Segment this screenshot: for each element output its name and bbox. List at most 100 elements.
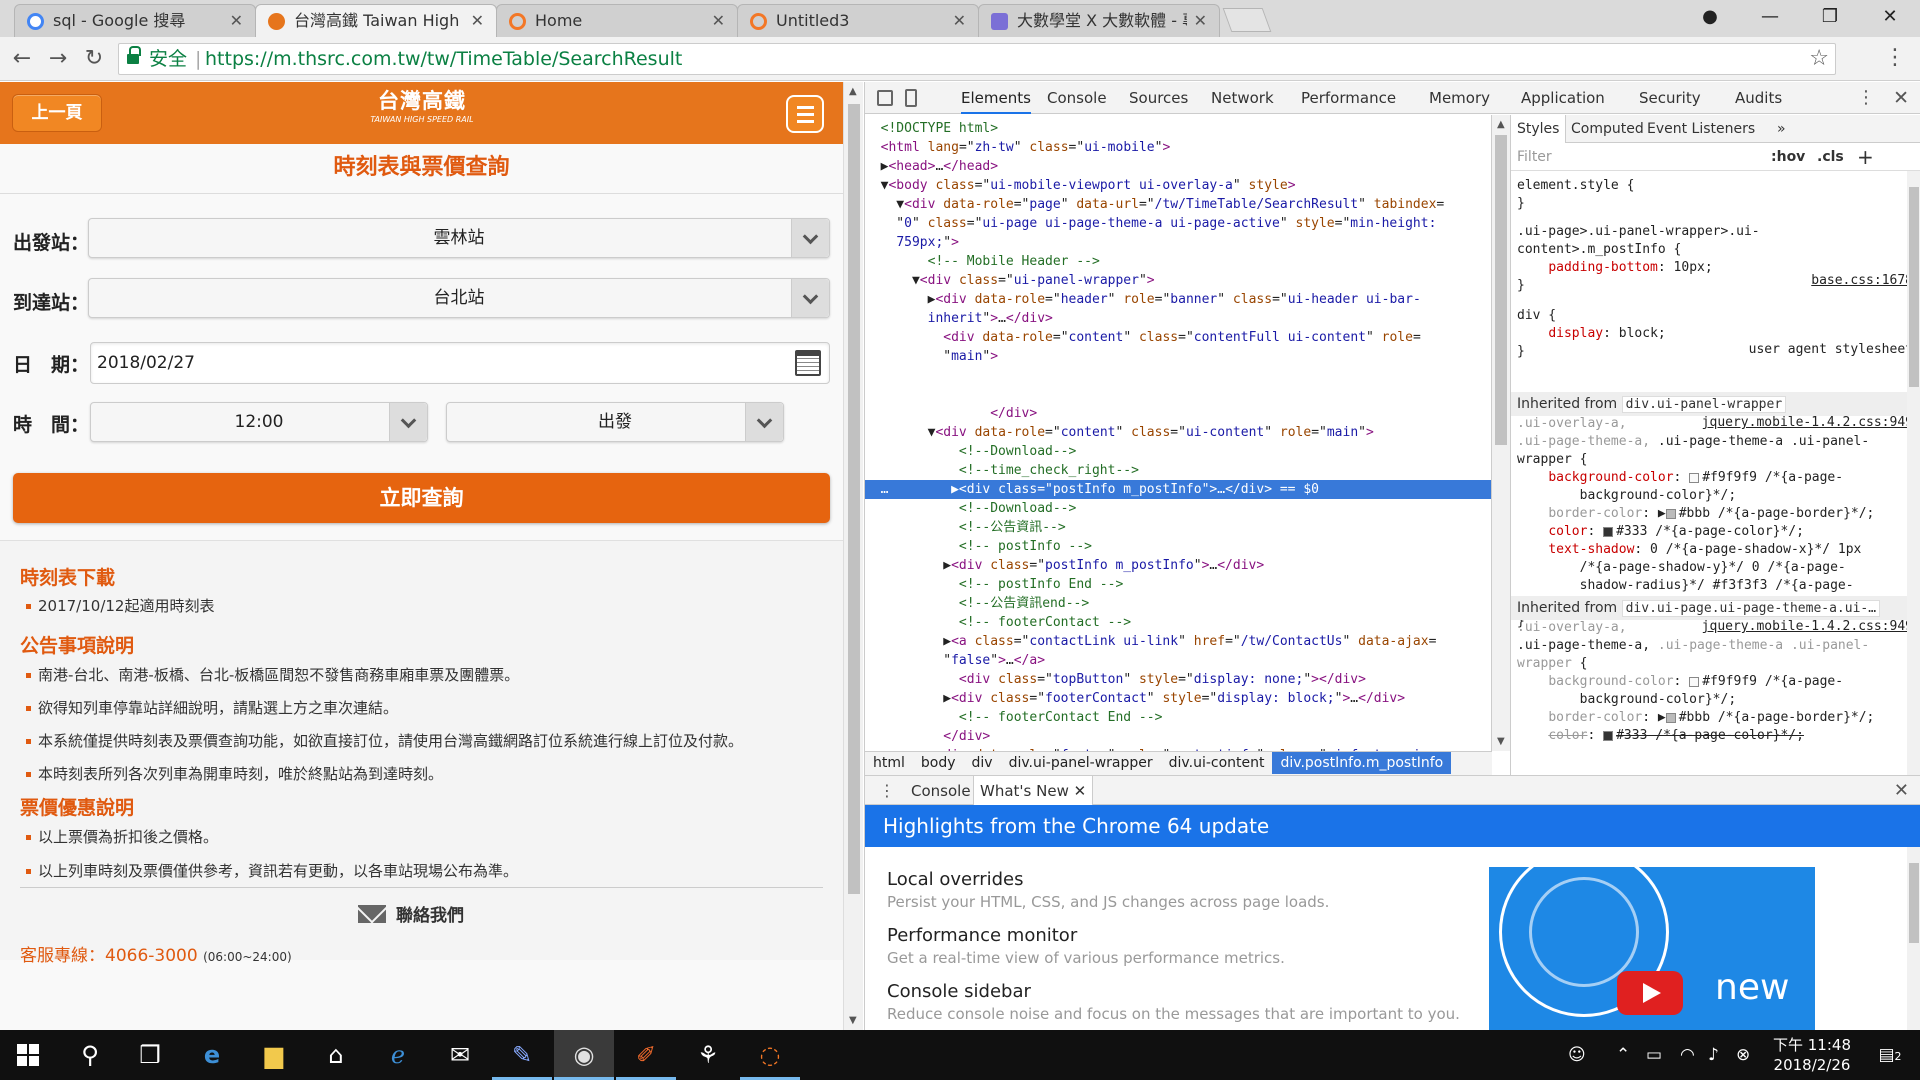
edge-icon[interactable]: e (182, 1030, 242, 1080)
scroll-up-icon[interactable]: ▲ (1497, 119, 1505, 130)
scroll-up-icon[interactable]: ▲ (849, 86, 857, 97)
tab-performance[interactable]: Performance (1301, 82, 1396, 114)
departure-station-select[interactable]: 雲林站 (88, 218, 830, 258)
page-scrollbar[interactable]: ▲ ▼ (843, 82, 863, 1030)
dom-node-line[interactable]: ▶<a class="contactLink ui-link" href="/t… (865, 632, 1491, 651)
tab-computed[interactable]: Computed (1571, 115, 1644, 143)
more-tabs-icon[interactable]: » (1777, 115, 1786, 143)
css-rule-line[interactable]: background-color}*/; (1517, 691, 1737, 709)
search-icon[interactable]: ⚲ (60, 1030, 120, 1080)
store-icon[interactable]: ⌂ (306, 1030, 366, 1080)
tab-security[interactable]: Security (1639, 82, 1701, 114)
dom-node-line[interactable]: ▶<div data-role="header" role="banner" c… (865, 290, 1491, 309)
sublime-icon[interactable]: ✐ (616, 1030, 676, 1080)
back-arrow-icon[interactable]: ← (8, 45, 36, 73)
breadcrumb-item-active[interactable]: div.postInfo.m_postInfo (1272, 752, 1452, 774)
bookmark-star-icon[interactable]: ☆ (1809, 44, 1829, 74)
search-now-button[interactable]: 立即查詢 (13, 473, 830, 523)
mail-icon[interactable] (358, 905, 386, 923)
close-devtools-icon[interactable]: ✕ (1893, 82, 1909, 114)
css-rule-line[interactable]: content>.m_postInfo { (1517, 241, 1681, 259)
device-toolbar-icon[interactable] (905, 89, 917, 107)
browser-tab[interactable]: Untitled3 ✕ (737, 4, 979, 37)
battery-icon[interactable]: ▭ (1646, 1030, 1662, 1080)
tab-console[interactable]: Console (1047, 82, 1107, 114)
css-rule-line[interactable]: .ui-page>.ui-panel-wrapper>.ui- (1517, 223, 1760, 241)
dom-node-line[interactable]: ▶<div class="footerContact" style="displ… (865, 689, 1491, 708)
css-rule-line[interactable]: color: #333 /*{a-page-color}*/; (1517, 523, 1804, 541)
more-options-icon[interactable]: ⋮ (1857, 82, 1875, 114)
css-rule-line[interactable]: border-color: ▶ #bbb /*{a-page-border}*/; (1517, 505, 1874, 523)
dom-node-line[interactable]: <!-- postInfo End --> (865, 575, 1491, 594)
close-icon[interactable]: ✕ (230, 5, 243, 37)
tab-sources[interactable]: Sources (1129, 82, 1188, 114)
breadcrumb-item[interactable]: div.ui-content (1161, 752, 1273, 774)
forward-arrow-icon[interactable]: → (44, 45, 72, 73)
time-mode-select[interactable]: 出發 (446, 402, 784, 442)
profile-icon[interactable]: ● (1682, 0, 1738, 34)
internet-explorer-icon[interactable]: ℯ (368, 1030, 428, 1080)
dom-node-line[interactable]: <!--time_check_right--> (865, 461, 1491, 480)
task-view-icon[interactable]: ❒ (120, 1030, 180, 1080)
dom-node-line[interactable]: "false">…</a> (865, 651, 1491, 670)
close-icon[interactable]: ✕ (1074, 782, 1087, 800)
browser-tab[interactable]: 大數學堂 X 大數軟體 - 專 ✕ (978, 4, 1220, 37)
dom-node-line[interactable]: <!DOCTYPE html> (865, 119, 1491, 138)
jupyter-icon[interactable]: ◌ (740, 1030, 800, 1080)
browser-tab[interactable]: sql - Google 搜尋 ✕ (14, 4, 256, 37)
drawer-menu-icon[interactable]: ⋮ (879, 776, 895, 806)
css-rule-line[interactable]: .ui-overlay-a, (1517, 619, 1627, 637)
css-rule-line[interactable]: div { (1517, 307, 1556, 325)
whats-new-video-thumbnail[interactable]: new (1489, 867, 1815, 1030)
contact-us-link[interactable]: 聯絡我們 (396, 901, 464, 926)
css-rule-line[interactable]: color: #333 /*{a-page-color}*/; (1517, 727, 1804, 745)
dom-node-line[interactable]: ▼<div data-role="content" class="ui-cont… (865, 423, 1491, 442)
drawer-tab-whats-new[interactable]: What's New ✕ (973, 776, 1094, 806)
calendar-icon[interactable] (795, 350, 821, 376)
css-rule-line[interactable]: padding-bottom: 10px; (1517, 259, 1712, 277)
css-rule-line[interactable]: .ui-page-theme-a, .ui-page-theme-a .ui-p… (1517, 433, 1869, 451)
dom-node-line[interactable]: <!--公告資訊--> (865, 518, 1491, 537)
back-button[interactable]: 上一頁 (12, 94, 102, 132)
drawer-tab-console[interactable]: Console (905, 776, 977, 806)
address-bar[interactable]: 安全 | https://m.thsrc.com.tw/tw/TimeTable… (118, 43, 1836, 75)
css-rule-line[interactable]: wrapper { (1517, 655, 1587, 673)
elements-dom-tree[interactable]: <!DOCTYPE html> <html lang="zh-tw" class… (865, 115, 1492, 751)
filter-input[interactable]: Filter (1517, 143, 1552, 171)
minimize-button[interactable]: — (1742, 0, 1798, 34)
tab-styles[interactable]: Styles (1511, 115, 1567, 143)
tab-event-listeners[interactable]: Event Listeners (1647, 115, 1755, 143)
close-icon[interactable]: ✕ (712, 5, 725, 37)
dom-node-line[interactable]: "0" class="ui-page ui-page-theme-a ui-pa… (865, 214, 1491, 233)
css-rule-line[interactable]: element.style { (1517, 177, 1634, 195)
scroll-down-icon[interactable]: ▼ (849, 1015, 857, 1026)
elements-scrollbar[interactable]: ▲ ▼ (1492, 115, 1510, 751)
mail-icon[interactable]: ✉ (430, 1030, 490, 1080)
dom-node-line[interactable]: <!-- postInfo --> (865, 537, 1491, 556)
styles-scrollbar[interactable] (1907, 171, 1920, 775)
tab-application[interactable]: Application (1521, 82, 1605, 114)
ime-icon[interactable]: ⊗ (1736, 1030, 1750, 1080)
add-rule-icon[interactable]: + (1857, 143, 1874, 171)
tab-audits[interactable]: Audits (1735, 82, 1782, 114)
css-rule-line[interactable]: } (1517, 277, 1525, 295)
notification-center-icon[interactable]: ▤2 (1870, 1030, 1910, 1080)
dom-node-line[interactable]: ▶<div class="postInfo m_postInfo">…</div… (865, 556, 1491, 575)
tab-memory[interactable]: Memory (1429, 82, 1490, 114)
css-rule-line[interactable]: background-color: #f9f9f9 /*{a-page- (1517, 673, 1843, 691)
stylesheet-link[interactable]: jquery.mobile-1.4.2.css:949 (1702, 415, 1913, 430)
paint-icon[interactable]: ✎ (492, 1030, 552, 1080)
close-window-button[interactable]: ✕ (1862, 0, 1918, 34)
play-icon[interactable] (1617, 971, 1683, 1015)
scroll-down-icon[interactable]: ▼ (1497, 736, 1505, 747)
close-icon[interactable]: ✕ (1194, 5, 1207, 37)
close-icon[interactable]: ✕ (953, 5, 966, 37)
dom-node-line[interactable]: <!--Download--> (865, 442, 1491, 461)
scrollbar-thumb[interactable] (1909, 187, 1919, 387)
people-icon[interactable]: ☺ (1568, 1030, 1586, 1080)
whats-new-item-title[interactable]: Console sidebar (887, 981, 1031, 1002)
css-rule-line[interactable]: shadow-radius}*/ #f3f3f3 /*{a-page- (1517, 577, 1854, 595)
app-icon[interactable]: ⚘ (678, 1030, 738, 1080)
dom-node-line[interactable]: 759px;"> (865, 233, 1491, 252)
wifi-icon[interactable]: ◠ (1680, 1030, 1695, 1080)
